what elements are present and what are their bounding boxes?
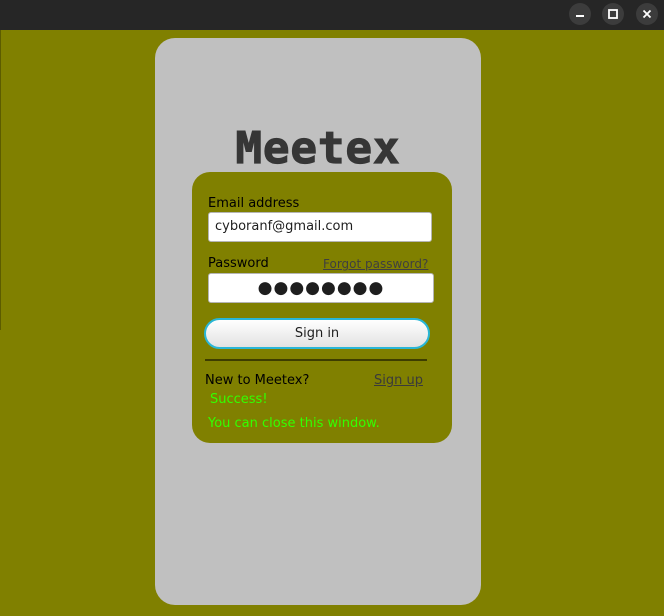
maximize-button[interactable] — [602, 3, 624, 25]
minimize-icon — [576, 15, 584, 17]
email-field[interactable]: cyboranf@gmail.com — [208, 212, 432, 242]
email-label: Email address — [208, 196, 300, 211]
app-logo: Meetex — [155, 122, 481, 172]
maximize-icon — [608, 9, 618, 19]
status-message: Success! — [210, 392, 268, 407]
sign-up-link[interactable]: Sign up — [374, 373, 423, 388]
logo-text: Meetex — [236, 123, 401, 172]
forgot-password-link[interactable]: Forgot password? — [323, 257, 428, 271]
window-edge — [0, 30, 1, 330]
close-button[interactable] — [636, 3, 658, 25]
status-detail: You can close this window. — [208, 416, 380, 431]
divider — [205, 359, 427, 361]
window-titlebar — [0, 0, 664, 30]
sign-in-button[interactable]: Sign in — [204, 318, 430, 349]
password-label: Password — [208, 256, 269, 271]
new-user-text: New to Meetex? — [205, 373, 310, 388]
password-field[interactable]: ●●●●●●●● — [208, 273, 434, 303]
minimize-button[interactable] — [569, 3, 591, 25]
close-icon — [642, 9, 652, 19]
